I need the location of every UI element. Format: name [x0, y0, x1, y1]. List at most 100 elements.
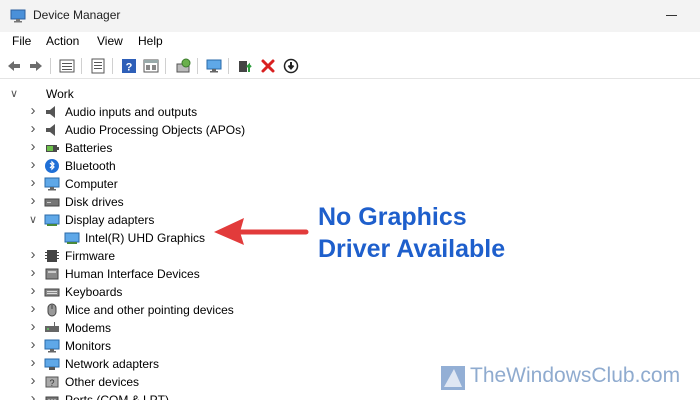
toolbar-separator [197, 58, 198, 74]
tree-item-label: Audio inputs and outputs [65, 105, 198, 119]
tree-category-row[interactable]: › Ports (COM & LPT) [0, 391, 300, 400]
tree-category-row[interactable]: ›? Other devices [0, 373, 300, 391]
update-driver-button[interactable] [235, 56, 255, 76]
tree-category-row[interactable]: › Disk drives [0, 193, 300, 211]
tree-category-row[interactable]: › Monitors [0, 337, 300, 355]
uninstall-button[interactable] [258, 56, 278, 76]
expand-chevron-icon[interactable]: › [27, 373, 39, 389]
tree-category-row[interactable]: › Keyboards [0, 283, 300, 301]
expand-chevron-icon[interactable]: › [27, 193, 39, 209]
help-icon: ? [122, 59, 136, 74]
tree-item-label: Bluetooth [65, 159, 116, 173]
tree-item-label: Modems [65, 321, 112, 335]
tree-root[interactable]: ∨ Work [0, 85, 300, 103]
uninstall-icon [261, 59, 275, 73]
expand-chevron-icon[interactable]: › [27, 247, 39, 263]
tree-category-row[interactable]: › Audio Processing Objects (APOs) [0, 121, 300, 139]
svg-text:?: ? [126, 62, 133, 74]
tree-category-row[interactable]: › Bluetooth [0, 157, 300, 175]
back-button[interactable] [4, 56, 24, 76]
expand-chevron-icon[interactable]: › [27, 175, 39, 191]
mouse-icon [47, 303, 57, 317]
tree-item-label: Intel(R) UHD Graphics [85, 231, 206, 245]
bluetooth-icon [45, 159, 59, 173]
back-icon [8, 61, 20, 71]
speaker-icon [46, 124, 55, 136]
device-manager-app-icon [10, 9, 26, 23]
tree-category-row[interactable]: › Modems [0, 319, 300, 337]
expand-chevron-icon[interactable]: › [27, 301, 39, 317]
tree-root-label: Work [46, 87, 74, 101]
tree-category-row[interactable]: › Human Interface Devices [0, 265, 300, 283]
windows-club-logo-icon [441, 366, 465, 390]
watermark: TheWindowsClub.com [440, 362, 695, 392]
annotation-line-1: No Graphics [318, 203, 467, 231]
scan-icon [176, 58, 191, 73]
expand-chevron-icon[interactable]: › [27, 103, 39, 119]
tree-category-row[interactable]: › Mice and other pointing devices [0, 301, 300, 319]
annotation-text: No Graphics Driver Available [318, 201, 505, 265]
collapse-chevron-icon[interactable]: ∨ [27, 213, 39, 227]
collapse-chevron-icon[interactable]: ∨ [8, 87, 20, 101]
tree-item-label: Firmware [65, 249, 115, 263]
menu-bar: File Action View Help [0, 32, 700, 52]
minimize-button[interactable] [656, 0, 700, 32]
keyboard-icon [44, 288, 60, 297]
expand-chevron-icon[interactable]: › [27, 139, 39, 155]
tree-item-label: Computer [65, 177, 118, 191]
forward-icon [30, 61, 42, 71]
monitor-button[interactable] [204, 56, 224, 76]
red-arrow-icon [214, 218, 309, 245]
modem-icon [45, 322, 59, 332]
tree-category-row[interactable]: › Computer [0, 175, 300, 193]
menu-action[interactable]: Action [45, 34, 80, 48]
port-icon [45, 396, 59, 400]
other-device-icon: ? [45, 376, 59, 388]
expand-chevron-icon[interactable]: › [27, 283, 39, 299]
menu-file[interactable]: File [11, 34, 32, 48]
svg-text:?: ? [49, 378, 54, 388]
speaker-icon [46, 106, 55, 118]
tree-item-label: Display adapters [65, 213, 155, 227]
toolbar-separator [81, 58, 82, 74]
properties-icon [59, 59, 75, 73]
expand-chevron-icon[interactable]: › [27, 391, 39, 400]
forward-button[interactable] [26, 56, 46, 76]
expand-chevron-icon[interactable]: › [27, 337, 39, 353]
expand-chevron-icon[interactable]: › [27, 355, 39, 371]
tree-item-label: Mice and other pointing devices [65, 303, 234, 317]
expand-chevron-icon[interactable]: › [27, 319, 39, 335]
menu-view[interactable]: View [96, 34, 124, 48]
toolbar-separator [165, 58, 166, 74]
tree-item-label: Disk drives [65, 195, 124, 209]
display-adapter-icon [64, 232, 80, 244]
scan-button[interactable] [173, 56, 193, 76]
tree-item-label: Other devices [65, 375, 140, 389]
toolbar: ? [0, 53, 700, 79]
tree-category-row[interactable]: › Network adapters [0, 355, 300, 373]
battery-icon [46, 145, 59, 152]
hid-icon [45, 268, 59, 280]
menu-help[interactable]: Help [137, 34, 164, 48]
tree-item-label: Human Interface Devices [65, 267, 200, 281]
list-button[interactable] [88, 56, 108, 76]
tree-item-label: Keyboards [65, 285, 123, 299]
expand-chevron-icon[interactable]: › [27, 265, 39, 281]
tree-item-label: Ports (COM & LPT) [65, 393, 170, 400]
disk-icon [44, 198, 60, 207]
help-button[interactable]: ? [119, 56, 139, 76]
disable-icon [283, 58, 299, 74]
tree-category-row[interactable]: › Audio inputs and outputs [0, 103, 300, 121]
tree-item-label: Network adapters [65, 357, 160, 371]
expand-chevron-icon[interactable]: › [27, 157, 39, 173]
disable-button[interactable] [281, 56, 301, 76]
properties-button[interactable] [57, 56, 77, 76]
expand-chevron-icon[interactable]: › [27, 121, 39, 137]
view-button[interactable] [141, 56, 161, 76]
tree-category-row[interactable]: › Batteries [0, 139, 300, 157]
toolbar-separator [112, 58, 113, 74]
monitor-icon [206, 59, 222, 73]
firmware-icon [45, 250, 59, 262]
tree-category-row[interactable]: › Firmware [0, 247, 300, 265]
display-adapter-icon [44, 214, 60, 226]
